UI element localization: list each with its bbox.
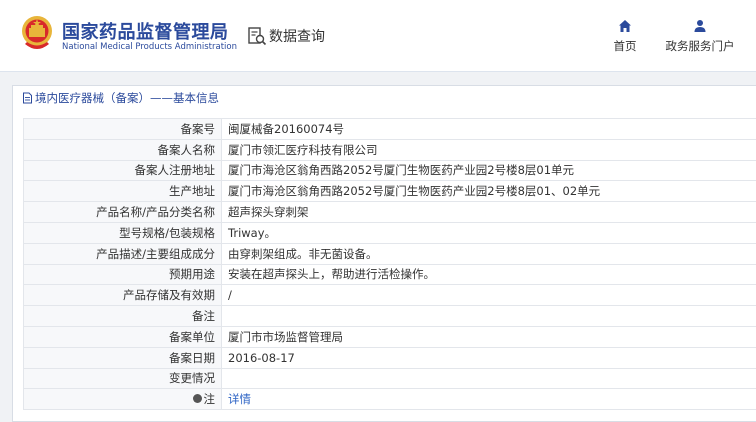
top-header: 国家药品监督管理局 National Medical Products Admi… xyxy=(0,0,756,72)
field-label: 产品描述/主要组成成分 xyxy=(23,242,222,265)
field-label: 备案号 xyxy=(23,118,222,140)
table-row: 备案号 闽厦械备20160074号 xyxy=(23,118,756,140)
field-label: 产品名称/产品分类名称 xyxy=(23,201,222,223)
field-value: 安装在超声探头上，帮助进行活检操作。 xyxy=(221,263,756,286)
field-label: 备案日期 xyxy=(23,346,222,369)
table-row: 生产地址 厦门市海沧区翁角西路2052号厦门生物医药产业园2号楼8层01、02单元 xyxy=(23,180,756,203)
home-icon xyxy=(619,20,631,32)
field-label: 备案人注册地址 xyxy=(23,159,222,182)
field-label: 产品存储及有效期 xyxy=(23,284,222,307)
table-row: 备案日期 2016-08-17 xyxy=(23,346,756,369)
agency-name-english: National Medical Products Administration xyxy=(62,42,237,52)
field-value: 厦门市海沧区翁角西路2052号厦门生物医药产业园2号楼8层01、02单元 xyxy=(221,180,756,203)
field-value xyxy=(221,367,756,390)
table-row: 预期用途 安装在超声探头上，帮助进行活检操作。 xyxy=(23,263,756,286)
table-row: 备案人注册地址 厦门市海沧区翁角西路2052号厦门生物医药产业园2号楼8层01单元 xyxy=(23,159,756,182)
agency-name: 国家药品监督管理局 xyxy=(62,22,229,43)
field-label: 备注 xyxy=(23,305,222,327)
field-label: 变更情况 xyxy=(23,367,222,390)
field-label: 备案人名称 xyxy=(23,138,222,161)
note-value-cell: 详情 xyxy=(221,388,756,411)
nav-home[interactable]: 首页 xyxy=(610,18,640,54)
note-row: 注详情 xyxy=(23,388,756,411)
field-value: 2016-08-17 xyxy=(221,346,756,369)
field-value: 超声探头穿刺架 xyxy=(221,201,756,223)
field-label: 生产地址 xyxy=(23,180,222,203)
note-label: 注 xyxy=(203,392,216,407)
field-value: Triway。 xyxy=(221,221,756,244)
document-search-icon xyxy=(248,27,267,46)
nav-service-portal[interactable]: 政务服务门户 xyxy=(660,18,740,54)
nav-home-label: 首页 xyxy=(613,39,637,53)
table-row: 产品名称/产品分类名称 超声探头穿刺架 xyxy=(23,201,756,223)
user-icon xyxy=(694,20,706,32)
field-label: 预期用途 xyxy=(23,263,222,286)
field-value xyxy=(221,305,756,327)
nav-service-portal-label: 政务服务门户 xyxy=(665,39,735,53)
table-row: 备注 xyxy=(23,305,756,327)
table-row: 产品存储及有效期 / xyxy=(23,284,756,307)
field-label: 型号规格/包装规格 xyxy=(23,221,222,244)
table-row: 备案单位 厦门市市场监督管理局 xyxy=(23,325,756,348)
field-value: 由穿刺架组成。非无菌设备。 xyxy=(221,242,756,265)
data-query-label: 数据查询 xyxy=(269,29,325,45)
table-row: 产品描述/主要组成成分 由穿刺架组成。非无菌设备。 xyxy=(23,242,756,265)
panel-title-text: 境内医疗器械（备案）——基本信息 xyxy=(35,90,219,105)
nmpa-emblem-icon xyxy=(22,16,52,49)
record-panel: 境内医疗器械（备案）——基本信息 备案号 闽厦械备20160074号 备案人名称 厦门… xyxy=(12,85,756,422)
field-value: 厦门市海沧区翁角西路2052号厦门生物医药产业园2号楼8层01单元 xyxy=(221,159,756,182)
field-value: 厦门市市场监督管理局 xyxy=(221,325,756,348)
data-query-link[interactable]: 数据查询 xyxy=(247,24,325,48)
note-label-cell: 注 xyxy=(23,388,222,411)
table-row: 备案人名称 厦门市领汇医疗科技有限公司 xyxy=(23,138,756,161)
note-icon xyxy=(192,394,202,404)
field-label: 备案单位 xyxy=(23,325,222,348)
document-icon xyxy=(23,92,32,103)
field-value: / xyxy=(221,284,756,307)
field-value: 闽厦械备20160074号 xyxy=(221,118,756,140)
panel-title: 境内医疗器械（备案）——基本信息 xyxy=(13,86,756,109)
table-row: 变更情况 xyxy=(23,367,756,390)
record-info-table: 备案号 闽厦械备20160074号 备案人名称 厦门市领汇医疗科技有限公司 备案人注册地… xyxy=(23,118,756,411)
table-row: 型号规格/包装规格 Triway。 xyxy=(23,221,756,244)
details-link[interactable]: 详情 xyxy=(228,392,251,406)
field-value: 厦门市领汇医疗科技有限公司 xyxy=(221,138,756,161)
